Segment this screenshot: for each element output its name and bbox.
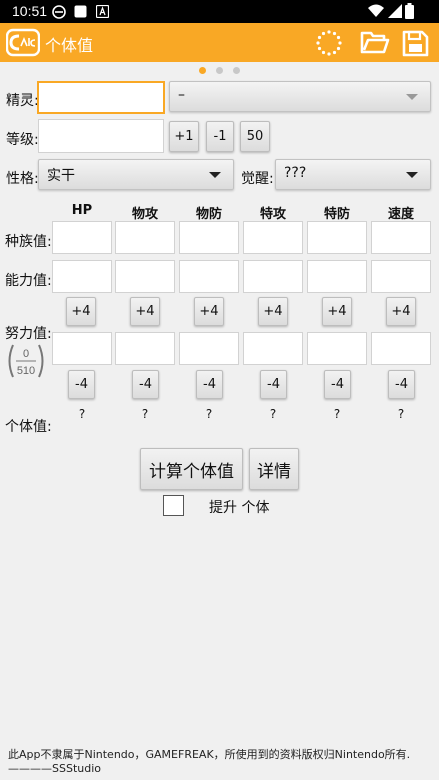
ev-def-minus-button[interactable]: -4: [196, 370, 223, 399]
ev-atk-input[interactable]: [115, 332, 175, 365]
footer-line-2: ————SSStudio: [8, 762, 102, 775]
sync-icon: [52, 5, 66, 19]
ev-spdef-input[interactable]: [307, 332, 367, 365]
base-speed-input[interactable]: [371, 221, 431, 254]
form-select-value: –: [178, 87, 185, 103]
base-spatk-input[interactable]: [243, 221, 303, 254]
iv-def-value: ?: [205, 407, 213, 421]
awaken-select[interactable]: ???: [275, 159, 431, 190]
ev-spdef-minus-button[interactable]: -4: [324, 370, 351, 399]
col-header-atk: 物攻: [131, 207, 158, 222]
iv-label: 个体值:: [5, 419, 52, 435]
stat-atk-input[interactable]: [115, 260, 175, 293]
ev-spdef-plus-button[interactable]: +4: [322, 297, 352, 326]
awaken-select-value: ???: [284, 165, 307, 181]
col-header-speed: 速度: [387, 207, 414, 222]
dropdown-arrow-icon: [209, 172, 221, 178]
level-plus1-button[interactable]: +1: [169, 121, 199, 152]
pager-dot[interactable]: [233, 67, 240, 74]
ev-spatk-minus-button[interactable]: -4: [260, 370, 287, 399]
pager-dot-active[interactable]: [199, 67, 206, 74]
ev-def-plus-button[interactable]: +4: [194, 297, 224, 326]
boost-iv-label: 提升 个体: [209, 500, 270, 516]
col-header-spatk: 特攻: [259, 207, 286, 222]
details-button[interactable]: 详情: [249, 448, 299, 490]
ev-speed-minus-button[interactable]: -4: [388, 370, 415, 399]
status-time: 10:51: [12, 3, 48, 19]
ev-atk-minus-button[interactable]: -4: [132, 370, 159, 399]
save-icon[interactable]: [400, 28, 430, 58]
ev-total-current: 0: [23, 348, 29, 360]
ev-total-max: 510: [17, 365, 35, 377]
ev-speed-plus-button[interactable]: +4: [386, 297, 416, 326]
ev-hp-input[interactable]: [52, 332, 112, 365]
pager-dot[interactable]: [216, 67, 223, 74]
awaken-label: 觉醒:: [241, 171, 274, 187]
pager-dots: [0, 67, 439, 75]
ev-atk-plus-button[interactable]: +4: [130, 297, 160, 326]
battery-icon: [405, 3, 414, 19]
open-folder-icon[interactable]: [360, 28, 390, 58]
nature-select[interactable]: 实干: [38, 159, 234, 190]
calculate-iv-button[interactable]: 计算个体值: [140, 448, 243, 490]
app-bar: 个体值: [0, 23, 439, 62]
stat-speed-input[interactable]: [371, 260, 431, 293]
form-select[interactable]: –: [169, 81, 431, 112]
stat-values-label: 能力值:: [5, 273, 52, 289]
iv-hp-value: ?: [78, 407, 86, 421]
base-hp-input[interactable]: [52, 221, 112, 254]
level-50-button[interactable]: 50: [240, 121, 270, 152]
notification-square-icon: [74, 5, 87, 18]
base-atk-input[interactable]: [115, 221, 175, 254]
dropdown-arrow-icon: [406, 172, 418, 178]
base-def-input[interactable]: [179, 221, 239, 254]
text-notification-icon: [96, 5, 109, 18]
base-stats-label: 种族值:: [5, 234, 52, 250]
level-input[interactable]: [38, 119, 164, 153]
ev-speed-input[interactable]: [371, 332, 431, 365]
pokemon-label: 精灵:: [6, 93, 39, 109]
ev-spatk-plus-button[interactable]: +4: [258, 297, 288, 326]
ev-label: 努力值:: [5, 326, 52, 342]
dropdown-arrow-icon: [406, 94, 418, 100]
col-header-hp: HP: [71, 203, 93, 218]
ev-spatk-input[interactable]: [243, 332, 303, 365]
status-bar: 10:51: [0, 0, 439, 23]
level-label: 等级:: [6, 132, 39, 148]
wifi-icon: [368, 4, 384, 17]
stat-spdef-input[interactable]: [307, 260, 367, 293]
col-header-spdef: 特防: [323, 207, 350, 222]
footer-line-1: 此App不隶属于Nintendo，GAMEFREAK，所使用到的资料版权归Nin…: [8, 748, 411, 761]
signal-icon: [388, 4, 402, 18]
loading-spinner-icon[interactable]: [314, 28, 344, 58]
nature-label: 性格:: [6, 171, 39, 187]
ev-def-input[interactable]: [179, 332, 239, 365]
calc-logo-icon: [6, 28, 40, 57]
ev-hp-plus-button[interactable]: +4: [66, 297, 96, 326]
boost-iv-checkbox[interactable]: [163, 495, 184, 516]
stat-spatk-input[interactable]: [243, 260, 303, 293]
pokemon-input[interactable]: [37, 81, 165, 114]
iv-atk-value: ?: [141, 407, 149, 421]
iv-spatk-value: ?: [269, 407, 277, 421]
col-header-def: 物防: [195, 207, 222, 222]
ev-total-indicator: 0 510: [8, 344, 44, 378]
stat-def-input[interactable]: [179, 260, 239, 293]
footer-disclaimer: 此App不隶属于Nintendo，GAMEFREAK，所使用到的资料版权归Nin…: [8, 748, 410, 776]
stat-hp-input[interactable]: [52, 260, 112, 293]
app-title: 个体值: [45, 36, 94, 55]
nature-select-value: 实干: [47, 168, 75, 184]
base-spdef-input[interactable]: [307, 221, 367, 254]
level-minus1-button[interactable]: -1: [206, 121, 234, 152]
iv-spdef-value: ?: [333, 407, 341, 421]
iv-speed-value: ?: [397, 407, 405, 421]
ev-hp-minus-button[interactable]: -4: [68, 370, 95, 399]
